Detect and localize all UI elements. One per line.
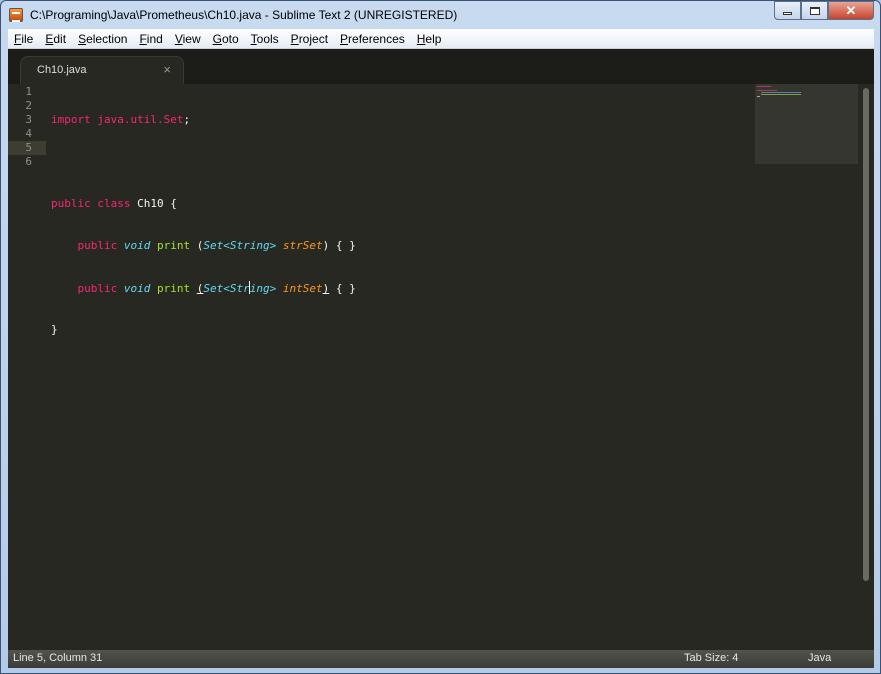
type-token: Set<Str <box>203 282 250 295</box>
tab-label: Ch10.java <box>37 64 87 76</box>
vertical-scrollbar[interactable] <box>860 84 872 650</box>
maximize-button[interactable] <box>801 1 828 20</box>
code-text[interactable]: import java.util.Set; public class Ch10 … <box>51 85 356 365</box>
plain-token: } <box>51 323 58 336</box>
line-number: 1 <box>25 85 32 98</box>
close-icon: ✕ <box>845 2 857 18</box>
minimize-icon <box>783 12 792 15</box>
plain-token: ) { } <box>322 239 356 252</box>
code-line-1: import java.util.Set; <box>51 113 356 127</box>
minimap-line <box>761 92 801 93</box>
indent-token <box>51 282 78 295</box>
window-controls: ✕ <box>774 1 874 21</box>
menu-preferences[interactable]: Preferences <box>334 32 411 46</box>
tab-size-indicator[interactable]: Tab Size: 4 <box>684 652 738 664</box>
close-button[interactable]: ✕ <box>828 1 874 20</box>
type-token: ing> <box>249 282 277 295</box>
storage-type-token: void <box>123 282 151 295</box>
line-number: 2 <box>25 99 32 112</box>
syntax-indicator[interactable]: Java <box>808 652 831 664</box>
menu-find[interactable]: Find <box>133 32 168 46</box>
parameter-token: intSet <box>282 282 323 295</box>
minimap-line <box>761 94 801 95</box>
storage-type-token: void <box>123 239 151 252</box>
status-bar: Line 5, Column 31 Tab Size: 4 Java <box>8 650 874 668</box>
line-number-gutter: 1 2 3 4 5 6 <box>8 84 46 650</box>
keyword-token: public <box>77 239 118 252</box>
plain-token: { } <box>329 282 356 295</box>
minimize-button[interactable] <box>774 1 801 20</box>
scrollbar-thumb[interactable] <box>863 88 869 581</box>
menu-selection[interactable]: Selection <box>72 32 133 46</box>
keyword-token: import <box>51 113 91 126</box>
code-line-4: public void print (Set<String> strSet) {… <box>51 239 356 253</box>
code-editor[interactable]: 1 2 3 4 5 6 import java.util.Set; public… <box>8 84 874 650</box>
line-number: 6 <box>25 155 32 168</box>
code-line-3: public class Ch10 { <box>51 197 356 211</box>
menu-help[interactable]: Help <box>411 32 448 46</box>
tab-ch10-java[interactable]: Ch10.java × <box>20 56 184 84</box>
title-bar[interactable]: C:\Programing\Java\Prometheus\Ch10.java … <box>1 1 880 29</box>
parameter-token: strSet <box>282 239 323 252</box>
maximize-icon <box>809 6 820 15</box>
class-name-token: Ch10 { <box>130 197 177 210</box>
app-window: C:\Programing\Java\Prometheus\Ch10.java … <box>0 0 881 674</box>
import-path-token: java.util.Set <box>90 113 184 126</box>
function-name-token: print <box>157 282 191 295</box>
minimap[interactable] <box>755 84 858 164</box>
line-number: 5 <box>25 141 32 154</box>
minimap-line <box>757 90 777 91</box>
line-number: 3 <box>25 113 32 126</box>
minimap-line <box>757 96 760 97</box>
plain-token: ; <box>183 113 191 126</box>
function-name-token: print <box>157 239 191 252</box>
keyword-token: class <box>97 197 131 210</box>
menu-goto[interactable]: Goto <box>207 32 245 46</box>
indent-token <box>51 239 78 252</box>
code-line-6: } <box>51 323 356 337</box>
code-line-5: public void print (Set<String> intSet) {… <box>51 281 356 295</box>
plain-token: ( <box>190 239 204 252</box>
menu-file[interactable]: File <box>8 32 39 46</box>
type-token: Set<String> <box>203 239 277 252</box>
cursor-position: Line 5, Column 31 <box>13 652 103 664</box>
menu-bar: File Edit Selection Find View Goto Tools… <box>8 29 874 49</box>
keyword-token: public <box>77 282 118 295</box>
tab-close-icon[interactable]: × <box>163 62 171 77</box>
menu-project[interactable]: Project <box>285 32 334 46</box>
line-number: 4 <box>25 127 32 140</box>
menu-edit[interactable]: Edit <box>39 32 72 46</box>
keyword-token: public <box>51 197 91 210</box>
menu-view[interactable]: View <box>169 32 207 46</box>
sublime-app-icon[interactable] <box>9 8 23 22</box>
minimap-line <box>757 86 771 87</box>
tab-strip: Ch10.java × <box>8 49 874 84</box>
menu-tools[interactable]: Tools <box>245 32 285 46</box>
window-title: C:\Programing\Java\Prometheus\Ch10.java … <box>30 8 458 22</box>
